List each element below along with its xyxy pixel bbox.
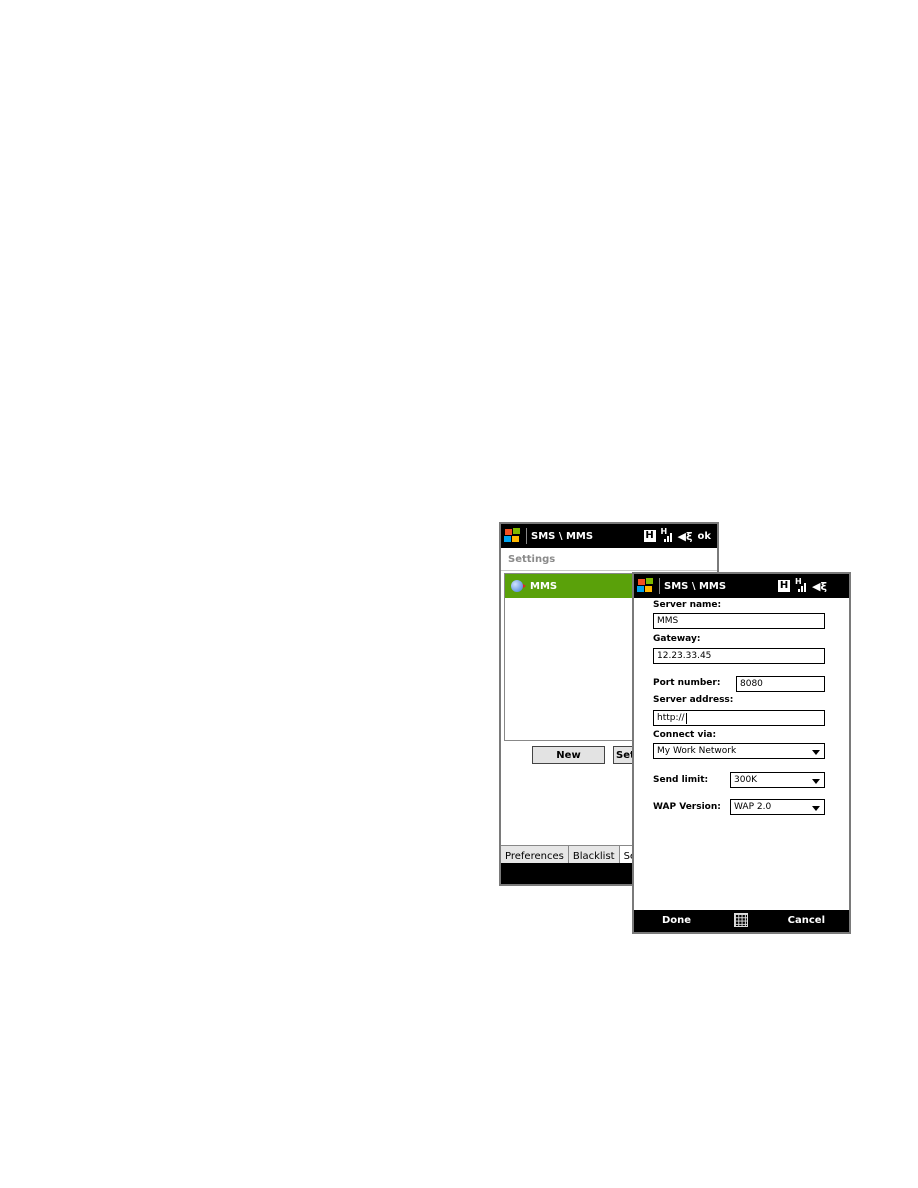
status-icons: H H ◀ξ ok bbox=[643, 524, 711, 548]
port-number-input[interactable]: 8080 bbox=[736, 676, 825, 692]
globe-icon bbox=[511, 580, 523, 592]
hsdpa-icon: H bbox=[778, 580, 791, 592]
title-separator bbox=[526, 528, 527, 544]
windows-start-icon[interactable] bbox=[504, 528, 522, 544]
wap-version-dropdown[interactable]: WAP 2.0 bbox=[730, 799, 825, 815]
signal-strength-icon: H bbox=[661, 527, 673, 544]
mms-server-edit-screen: SMS \ MMS H H ◀ξ Server name: MMS Gatewa… bbox=[632, 572, 851, 934]
app-title: SMS \ MMS bbox=[531, 530, 594, 542]
list-item-label: MMS bbox=[530, 580, 558, 592]
connect-via-dropdown[interactable]: My Work Network bbox=[653, 743, 825, 759]
signal-strength-icon: H bbox=[795, 577, 807, 594]
windows-start-icon[interactable] bbox=[637, 578, 655, 594]
send-limit-label: Send limit: bbox=[653, 775, 709, 785]
speaker-icon[interactable]: ◀ξ bbox=[678, 530, 693, 543]
new-button[interactable]: New bbox=[532, 746, 605, 764]
done-softkey[interactable]: Done bbox=[662, 915, 691, 926]
keyboard-icon[interactable] bbox=[734, 913, 748, 927]
softkey-bar: Done Cancel bbox=[634, 910, 849, 932]
dropdown-arrow-icon bbox=[812, 806, 820, 811]
speaker-icon[interactable]: ◀ξ bbox=[812, 580, 827, 593]
title-separator bbox=[659, 578, 660, 594]
send-limit-dropdown[interactable]: 300K bbox=[730, 772, 825, 788]
port-number-label: Port number: bbox=[653, 678, 721, 688]
title-bar: SMS \ MMS H H ◀ξ bbox=[634, 574, 849, 598]
text-cursor bbox=[685, 712, 687, 724]
cancel-softkey[interactable]: Cancel bbox=[788, 915, 825, 926]
gateway-input[interactable]: 12.23.33.45 bbox=[653, 648, 825, 664]
wap-version-value: WAP 2.0 bbox=[734, 802, 772, 812]
dropdown-arrow-icon bbox=[812, 779, 820, 784]
title-bar: SMS \ MMS H H ◀ξ ok bbox=[501, 524, 717, 548]
dropdown-arrow-icon bbox=[812, 750, 820, 755]
server-name-label: Server name: bbox=[653, 600, 722, 610]
app-title: SMS \ MMS bbox=[664, 580, 727, 592]
server-address-value: http:// bbox=[657, 713, 685, 723]
server-address-label: Server address: bbox=[653, 695, 734, 705]
settings-header: Settings bbox=[501, 548, 717, 571]
gateway-label: Gateway: bbox=[653, 634, 701, 644]
server-address-input[interactable]: http:// bbox=[653, 710, 825, 726]
status-icons: H H ◀ξ bbox=[778, 574, 827, 598]
send-limit-value: 300K bbox=[734, 775, 758, 785]
hsdpa-icon: H bbox=[643, 530, 656, 542]
wap-version-label: WAP Version: bbox=[653, 802, 721, 812]
connect-via-value: My Work Network bbox=[657, 746, 737, 756]
connect-via-label: Connect via: bbox=[653, 730, 717, 740]
ok-button[interactable]: ok bbox=[697, 531, 711, 542]
server-name-input[interactable]: MMS bbox=[653, 613, 825, 629]
